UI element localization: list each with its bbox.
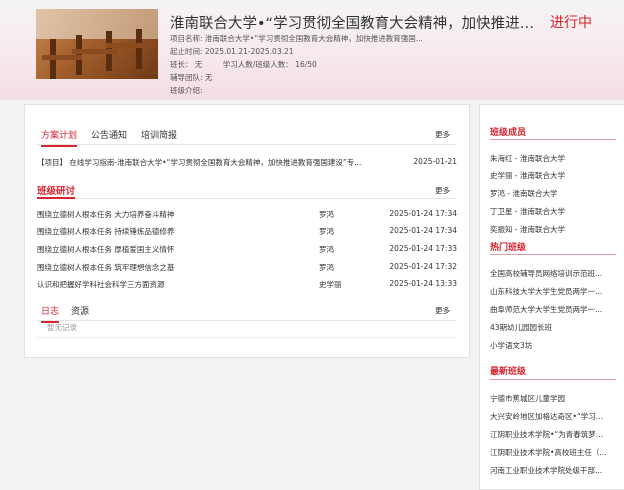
hot-classes-title: 热门班级: [490, 243, 527, 253]
discussion-row-author: 罗鸿: [319, 263, 334, 272]
project-name-value: 淮南联合大学•“学习贯彻全国教育大会精神，加快推进教育强国...: [204, 34, 423, 43]
tab-resources[interactable]: 资源: [71, 304, 89, 321]
leader-line: 班长： 无 学习人数/班级人数： 16/50: [170, 59, 317, 70]
discussion-row-title[interactable]: 围绕立德树人根本任务 筑牢理想信念之基: [37, 262, 174, 273]
new-class-item[interactable]: 河南工业职业技术学院处级干部...: [490, 465, 608, 476]
leader-label: 班长：: [170, 60, 193, 69]
main-panel: 方案计划 公告通知 培训简报 更多 【项目】 在线学习指南-淮南联合大学•“学习…: [24, 104, 470, 358]
class-cover-image: [36, 9, 158, 79]
plan-more-link[interactable]: 更多: [435, 129, 450, 140]
discussion-row-time: 2025-01-24 17:32: [389, 262, 457, 271]
intro-label: 班级介绍:: [170, 86, 203, 95]
count-value: 16/50: [295, 60, 317, 69]
class-header: 淮南联合大学•“学习贯彻全国教育大会精神，加快推进教育强国建设”专题网络培训 进…: [0, 0, 624, 100]
intro-line: 班级介绍:: [170, 85, 203, 96]
tutor-value: 无: [204, 73, 213, 82]
tutor-label: 辅导团队:: [170, 73, 203, 82]
tab-log[interactable]: 日志: [41, 304, 60, 323]
new-class-item[interactable]: 江阴职业技术学院•高校班主任（...: [490, 447, 608, 458]
date-label: 起止时间:: [170, 47, 203, 56]
discussion-row-time: 2025-01-24 17:33: [389, 244, 457, 253]
plan-row-title[interactable]: 【项目】 在线学习指南-淮南联合大学•“学习贯彻全国教育大会精神，加快推进教育强…: [37, 157, 382, 168]
new-classes-title: 最新班级: [490, 367, 527, 377]
right-sidebar: 班级成员 朱海红 - 淮南联合大学 史学丽 - 淮南联合大学 罗鸿 - 淮南联合…: [479, 104, 624, 490]
tutor-line: 辅导团队: 无: [170, 72, 212, 83]
discussion-row-author: 罗鸿: [319, 245, 334, 254]
class-title: 淮南联合大学•“学习贯彻全国教育大会精神，加快推进教育强国建设”专题网络培训: [170, 16, 535, 32]
hot-class-item[interactable]: 曲阜师范大学大学生党员两学一...: [490, 304, 608, 315]
tab-plan[interactable]: 方案计划: [41, 128, 78, 147]
member-item[interactable]: 史学丽 - 淮南联合大学: [490, 170, 608, 181]
discussion-row-title[interactable]: 围绕立德树人根本任务 大力培养奋斗精神: [37, 209, 174, 220]
hot-class-item[interactable]: 43期幼儿园园长班: [490, 322, 608, 333]
count-label: 学习人数/班级人数：: [222, 60, 293, 69]
date-value: 2025.01.21-2025.03.21: [204, 47, 294, 56]
plan-tabs: 方案计划 公告通知 培训简报: [37, 127, 457, 147]
log-more-link[interactable]: 更多: [435, 305, 450, 316]
discussion-row-author: 罗鸿: [319, 227, 334, 236]
status-badge: 进行中: [550, 15, 592, 31]
new-class-item[interactable]: 大兴安岭地区加格达奇区•“学习...: [490, 411, 608, 422]
discussion-row-title[interactable]: 围绕立德树人根本任务 厚植爱国主义情怀: [37, 244, 174, 255]
log-tabs: 日志 资源: [37, 303, 457, 323]
members-title: 班级成员: [490, 128, 527, 138]
discussion-row-title[interactable]: 认识和把握好学科社会科学三方面资源: [37, 279, 165, 290]
hot-class-item[interactable]: 全国高校辅导员网络培训示范班...: [490, 268, 608, 279]
empty-text: 暂无记录: [47, 323, 77, 332]
plan-row-date: 2025-01-21: [413, 157, 457, 166]
project-name-label: 项目名称:: [170, 34, 203, 43]
date-line: 起止时间: 2025.01.21-2025.03.21: [170, 46, 294, 57]
discussion-row-time: 2025-01-24 17:34: [389, 226, 457, 235]
discussion-row-time: 2025-01-24 17:34: [389, 209, 457, 218]
tab-notice[interactable]: 公告通知: [91, 128, 127, 145]
leader-value: 无: [194, 60, 203, 69]
member-item[interactable]: 奕振知 - 淮南联合大学: [490, 224, 608, 235]
new-class-item[interactable]: 宁德市蕉城区儿童学园: [490, 393, 608, 404]
discussion-more-link[interactable]: 更多: [435, 185, 450, 196]
member-item[interactable]: 朱海红 - 淮南联合大学: [490, 153, 608, 164]
tab-briefing[interactable]: 培训简报: [141, 128, 177, 145]
new-class-item[interactable]: 江阴职业技术学院•“为青春筑梦...: [490, 429, 608, 440]
discussion-row-time: 2025-01-24 13:33: [389, 279, 457, 288]
discussion-row-title[interactable]: 围绕立德树人根本任务 持续锤炼品德修养: [37, 226, 174, 237]
hot-class-item[interactable]: 小学语文3坊: [490, 340, 608, 351]
member-item[interactable]: 罗鸿 - 淮南联合大学: [490, 188, 608, 199]
project-name-line: 项目名称: 淮南联合大学•“学习贯彻全国教育大会精神，加快推进教育强国...: [170, 33, 423, 44]
discussion-row-author: 史学丽: [319, 280, 342, 289]
hot-class-item[interactable]: 山东科技大学大学生党员两学一...: [490, 286, 608, 297]
discussion-title: 班级研讨: [37, 186, 76, 197]
discussion-row-author: 罗鸿: [319, 210, 334, 219]
member-item[interactable]: 丁卫星 - 淮南联合大学: [490, 206, 608, 217]
